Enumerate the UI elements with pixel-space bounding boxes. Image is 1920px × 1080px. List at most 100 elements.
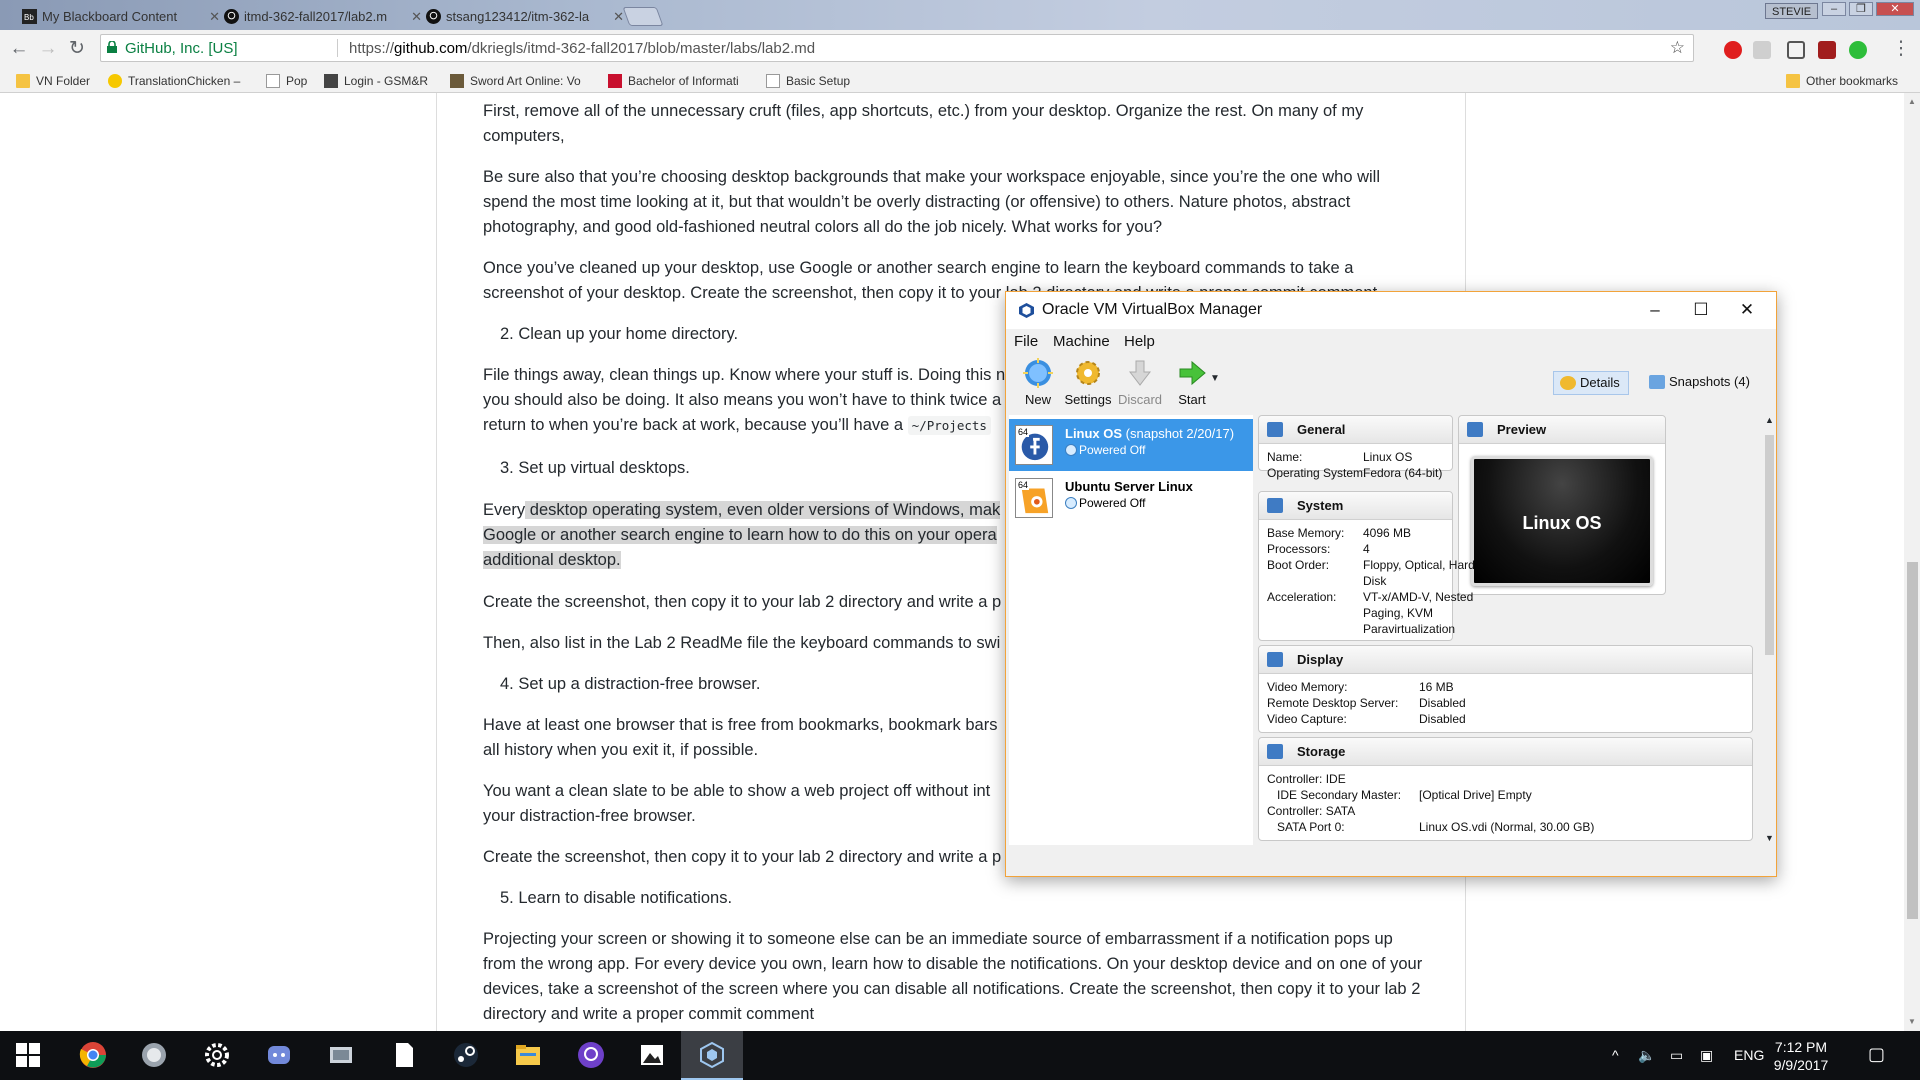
login-icon xyxy=(324,74,338,88)
github-icon[interactable] xyxy=(577,1041,605,1069)
menu-help[interactable]: Help xyxy=(1124,333,1155,350)
menu-machine[interactable]: Machine xyxy=(1053,333,1110,350)
start-dropdown-icon[interactable]: ▼ xyxy=(1210,373,1220,384)
discord-icon[interactable] xyxy=(265,1041,293,1069)
bookmark-basic-setup[interactable]: Basic Setup xyxy=(764,72,850,90)
steam-icon[interactable] xyxy=(452,1041,480,1069)
lastpass-icon[interactable] xyxy=(1818,41,1836,59)
opera-icon[interactable] xyxy=(1724,41,1742,59)
row-value: [Optical Drive] Empty xyxy=(1419,788,1532,802)
menu-file[interactable]: File xyxy=(1014,333,1038,350)
discard-icon xyxy=(1128,360,1152,386)
details-tab[interactable]: Details xyxy=(1553,371,1629,395)
windows-start-icon[interactable] xyxy=(16,1043,40,1067)
row-label: Controller: SATA xyxy=(1267,804,1356,818)
bookmark-translationchicken[interactable]: TranslationChicken – xyxy=(106,72,240,90)
storage-header[interactable]: Storage xyxy=(1259,738,1752,766)
tool-label: Settings xyxy=(1064,392,1112,407)
preview-text: Linux OS xyxy=(1522,513,1602,533)
virtualbox-icon[interactable] xyxy=(698,1041,726,1069)
photos-icon[interactable] xyxy=(638,1041,666,1069)
bookmark-gsmr[interactable]: Login - GSM&R xyxy=(322,72,428,90)
row-label: Base Memory: xyxy=(1267,526,1345,540)
settings-button[interactable]: Settings xyxy=(1058,354,1118,412)
arch-badge: 64 xyxy=(1017,480,1030,490)
vm-item-linux-os[interactable]: 64 Linux OS (snapshot 2/20/17) Powered O… xyxy=(1009,419,1253,471)
extension-icon[interactable] xyxy=(1753,41,1771,59)
clock-time: 7:12 PM xyxy=(1774,1039,1828,1055)
scroll-up-icon[interactable]: ▲ xyxy=(1765,415,1774,425)
network-icon[interactable]: ▣ xyxy=(1700,1047,1713,1064)
window-titlebar[interactable]: Oracle VM VirtualBox Manager – ☐ ✕ xyxy=(1006,292,1776,329)
bookmark-pop[interactable]: Pop xyxy=(264,72,307,90)
text: return to when you’re back at work, beca… xyxy=(483,416,904,434)
vm-name: Linux OS (snapshot 2/20/17) xyxy=(1065,426,1234,441)
tab-strip: Bb My Blackboard Content ✕ itmd-362-fall… xyxy=(0,0,1920,30)
notepad-icon[interactable] xyxy=(390,1041,418,1069)
virtualbox-icon xyxy=(1019,303,1034,318)
preview-header[interactable]: Preview xyxy=(1459,416,1665,444)
action-center-icon[interactable]: ▢ xyxy=(1868,1044,1885,1065)
tab-title: My Blackboard Content xyxy=(42,9,178,24)
menu-bar: File Machine Help xyxy=(1006,330,1776,354)
scroll-thumb[interactable] xyxy=(1765,435,1774,655)
new-tab-button[interactable] xyxy=(622,7,664,26)
details-scrollbar[interactable]: ▲ ▼ xyxy=(1763,415,1776,845)
tab-blackboard[interactable]: Bb My Blackboard Content ✕ xyxy=(12,3,230,30)
close-icon[interactable]: ✕ xyxy=(1876,2,1914,16)
row-label: Remote Desktop Server: xyxy=(1267,696,1399,710)
vm-snapshot: (snapshot 2/20/17) xyxy=(1122,426,1235,441)
bookmark-bachelor[interactable]: Bachelor of Informati xyxy=(606,72,739,90)
menu-kebab-icon[interactable]: ⋮ xyxy=(1890,38,1912,60)
file-manager-icon[interactable] xyxy=(327,1041,355,1069)
bookmark-star-icon[interactable]: ☆ xyxy=(1670,38,1685,58)
arch-badge: 64 xyxy=(1017,427,1030,437)
scroll-down-icon[interactable]: ▼ xyxy=(1765,833,1774,843)
scroll-down-icon[interactable]: ▼ xyxy=(1908,1017,1916,1026)
row-value: 16 MB xyxy=(1419,680,1454,694)
snip-icon[interactable] xyxy=(140,1041,168,1069)
other-bookmarks[interactable]: Other bookmarks xyxy=(1784,72,1898,90)
maximize-icon[interactable]: ☐ xyxy=(1678,296,1724,324)
vm-state: Powered Off xyxy=(1079,443,1146,457)
show-hidden-icons-icon[interactable]: ^ xyxy=(1612,1047,1619,1063)
url-path: /dkriegls/itmd-362-fall2017/blob/master/… xyxy=(467,40,816,57)
system-clock[interactable]: 7:12 PM 9/9/2017 xyxy=(1756,1038,1846,1074)
minimize-icon[interactable]: – xyxy=(1822,2,1846,16)
reload-icon[interactable]: ↻ xyxy=(66,38,88,60)
bookmark-sao[interactable]: Sword Art Online: Vo xyxy=(448,72,581,90)
file-explorer-icon[interactable] xyxy=(514,1041,542,1069)
battery-icon[interactable]: ▭ xyxy=(1670,1047,1683,1064)
display-header[interactable]: Display xyxy=(1259,646,1752,674)
minimize-icon[interactable]: – xyxy=(1632,296,1678,324)
chrome-icon[interactable] xyxy=(79,1041,107,1069)
url-text[interactable]: https://github.com/dkriegls/itmd-362-fal… xyxy=(349,40,815,57)
address-bar[interactable]: GitHub, Inc. [US] https://github.com/dkr… xyxy=(100,34,1694,62)
storage-panel: Storage Controller: IDE IDE Secondary Ma… xyxy=(1258,737,1753,841)
scroll-thumb[interactable] xyxy=(1907,562,1918,919)
snapshots-tab[interactable]: Snapshots (4) xyxy=(1643,371,1758,395)
panel-title: Display xyxy=(1297,652,1344,667)
bookmark-vn-folder[interactable]: VN Folder xyxy=(14,72,90,90)
row-label: Video Memory: xyxy=(1267,680,1348,694)
back-icon[interactable]: ← xyxy=(8,38,30,60)
scroll-up-icon[interactable]: ▲ xyxy=(1908,97,1916,106)
page-scrollbar[interactable]: ▲ ▼ xyxy=(1904,93,1920,1031)
system-header[interactable]: System xyxy=(1259,492,1452,520)
vm-item-ubuntu-server[interactable]: 64 Ubuntu Server Linux Powered Off xyxy=(1009,472,1253,524)
settings-icon[interactable] xyxy=(203,1041,231,1069)
row-value: Disabled xyxy=(1419,696,1466,710)
grammar-icon[interactable] xyxy=(1849,41,1867,59)
discard-button[interactable]: Discard xyxy=(1110,354,1170,412)
vm-name-text: Linux OS xyxy=(1065,426,1123,441)
profile-badge[interactable]: STEVIE xyxy=(1765,3,1819,19)
cast-icon[interactable] xyxy=(1787,41,1805,59)
window-title: Oracle VM VirtualBox Manager xyxy=(1042,301,1263,318)
close-icon[interactable]: ✕ xyxy=(1724,296,1770,324)
volume-icon[interactable]: 🔈 xyxy=(1638,1047,1655,1064)
github-icon xyxy=(224,9,239,24)
restore-icon[interactable]: ❐ xyxy=(1849,2,1873,16)
tab-lab2[interactable]: itmd-362-fall2017/lab2.m ✕ xyxy=(214,3,432,30)
tab-stsang[interactable]: stsang123412/itm-362-la ✕ xyxy=(416,3,634,30)
forward-icon[interactable]: → xyxy=(37,38,59,60)
